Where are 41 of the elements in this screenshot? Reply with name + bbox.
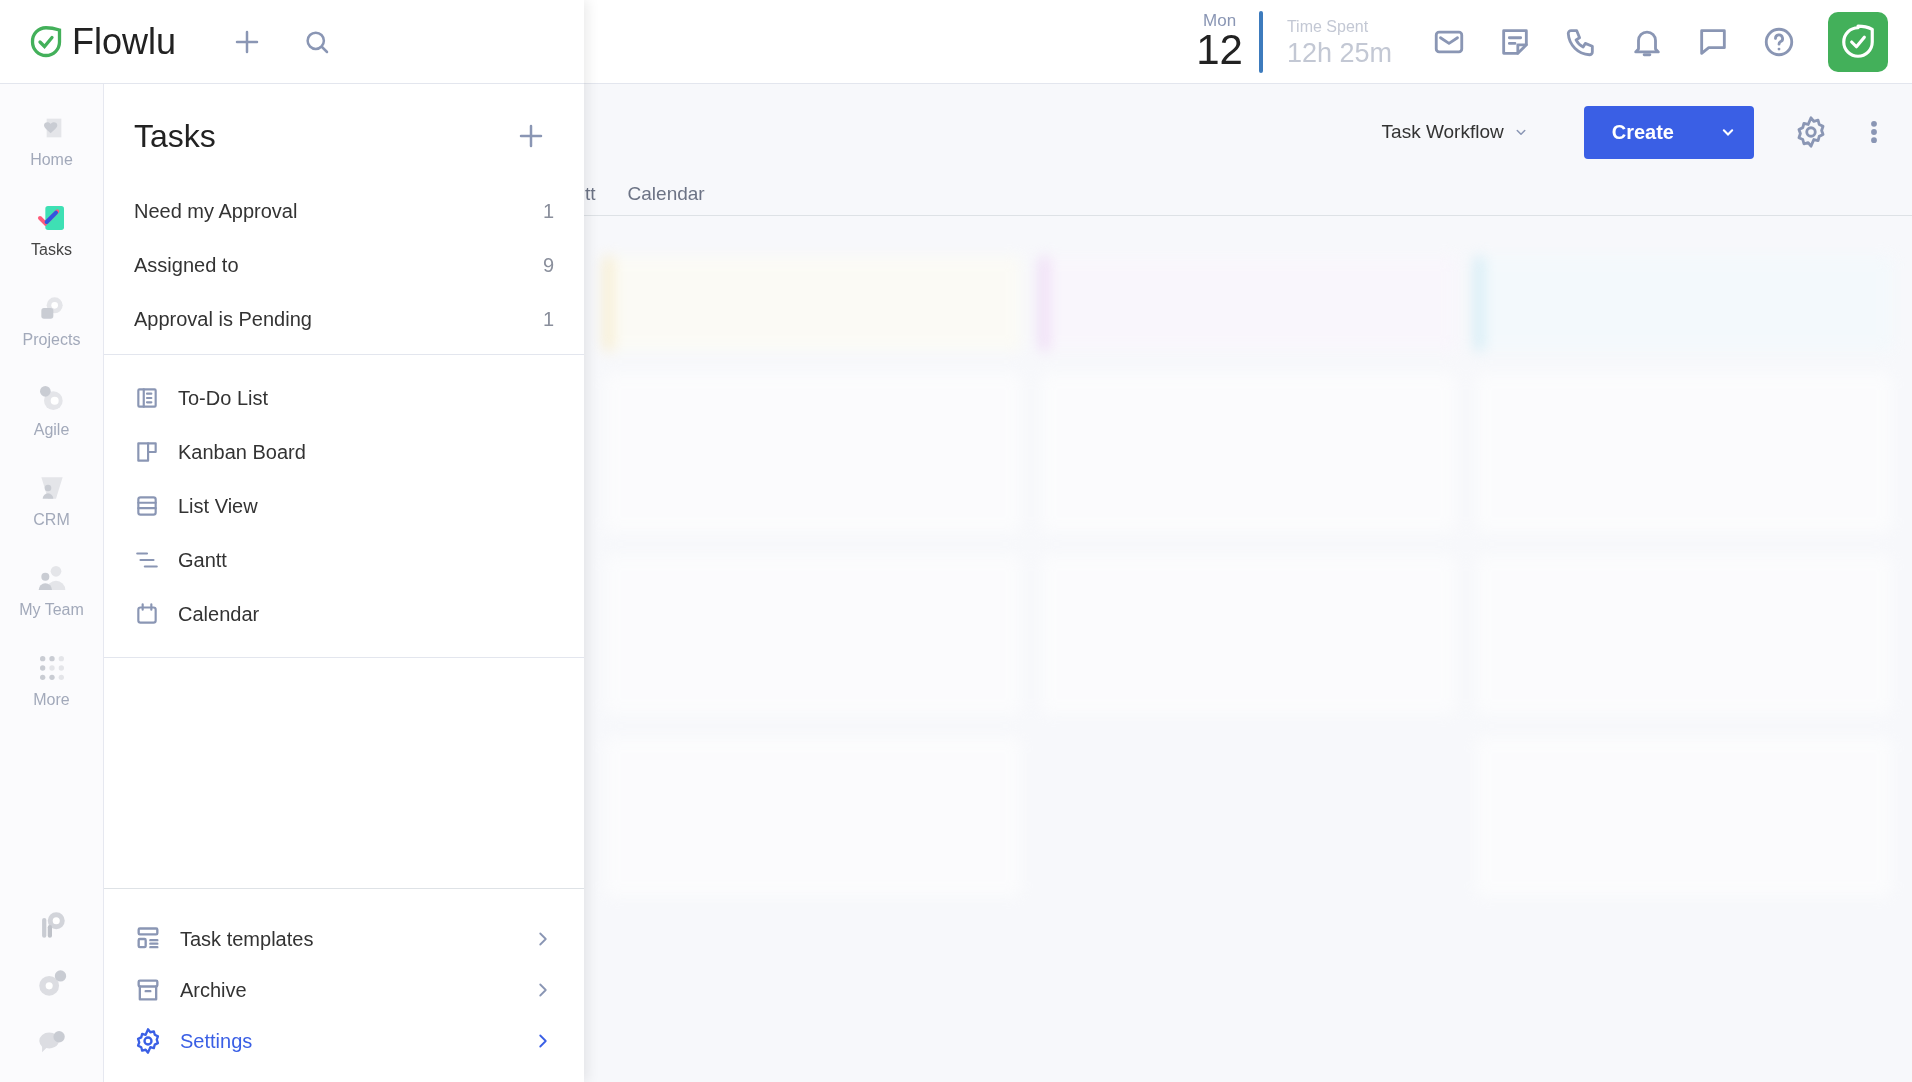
view-label: Kanban Board [178, 440, 306, 465]
rail-item[interactable]: Tasks [0, 182, 103, 272]
view-tab[interactable]: Calendar [627, 180, 705, 209]
view-label: Gantt [178, 548, 227, 573]
view-label: List View [178, 494, 258, 519]
view-label: Calendar [178, 602, 260, 627]
footer-menu-item[interactable]: Archive [104, 964, 584, 1015]
shield-check-icon [1839, 22, 1877, 61]
view-item[interactable]: Gantt [104, 533, 584, 587]
logo-icon [28, 23, 64, 60]
panel-title: Tasks [134, 117, 216, 156]
todo-list-icon [134, 385, 160, 411]
date-divider [1258, 10, 1263, 73]
settings-icon [134, 1026, 162, 1055]
filter-item[interactable]: Approval is Pending 1 [104, 292, 584, 346]
workflow-dropdown[interactable]: Task Workflow [1375, 116, 1536, 148]
list-icon [134, 493, 160, 519]
view-tab[interactable]: tt [585, 180, 596, 209]
view-item[interactable]: List View [104, 479, 584, 533]
view-item[interactable]: Calendar [104, 587, 584, 641]
weekday-label: Mon [1203, 12, 1237, 29]
filter-count: 1 [542, 199, 554, 224]
check-button[interactable] [1828, 11, 1888, 72]
filter-label: Need my Approval [134, 199, 298, 224]
app-logo-text: Flowlu [72, 19, 177, 64]
calendar-icon [134, 601, 160, 627]
time-spent-label: Time Spent [1286, 16, 1370, 37]
view-item[interactable]: To-Do List [104, 371, 584, 425]
filter-label: Assigned to [134, 253, 239, 278]
footer-menu-item[interactable]: Task templates [104, 913, 584, 964]
time-spent-value: 12h 25m [1286, 38, 1392, 69]
filter-label: Approval is Pending [134, 307, 312, 332]
filter-item[interactable]: Assigned to 9 [104, 238, 584, 292]
filter-count: 9 [542, 253, 554, 278]
footer-menu-item[interactable]: Settings [104, 1015, 584, 1066]
filter-count: 1 [542, 307, 554, 332]
view-item[interactable]: Kanban Board [104, 425, 584, 479]
view-label: To-Do List [178, 386, 269, 411]
day-number: 12 [1196, 29, 1243, 71]
filter-item[interactable]: Need my Approval 1 [104, 184, 584, 238]
board-icon [134, 439, 160, 465]
